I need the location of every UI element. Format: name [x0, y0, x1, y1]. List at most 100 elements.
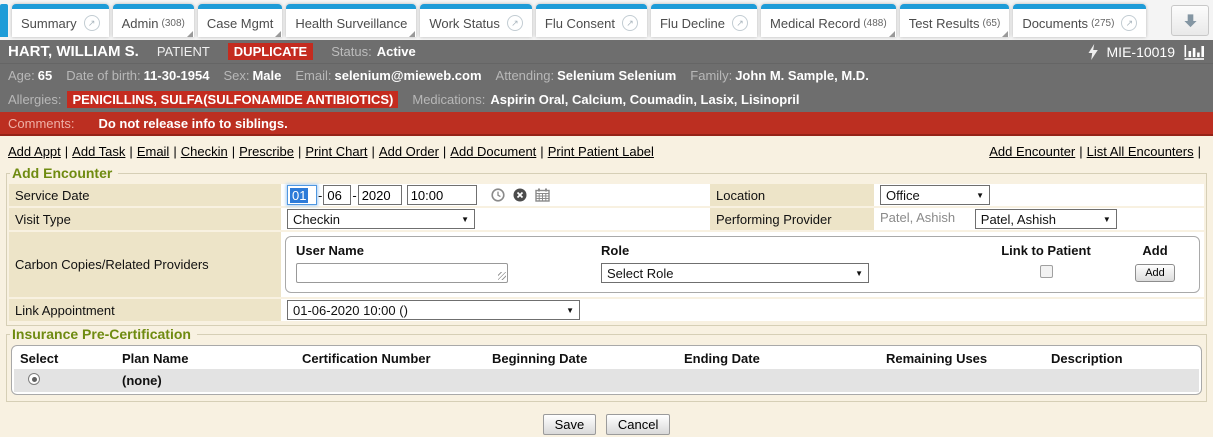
tab-flu-decline[interactable]: Flu Decline ↗ — [651, 4, 757, 37]
visit-type-select[interactable]: Checkin ▼ — [287, 209, 475, 229]
date-separator: - — [352, 188, 356, 203]
external-link-icon: ↗ — [732, 15, 748, 31]
link-add-order[interactable]: Add Order — [379, 144, 439, 159]
cc-user-name-input[interactable] — [296, 263, 508, 283]
demographic-email: Email:selenium@mieweb.com — [295, 68, 481, 83]
external-link-icon: ↗ — [1121, 15, 1137, 31]
cc-link-to-patient-checkbox[interactable] — [1040, 265, 1053, 278]
bar-chart-icon[interactable] — [1184, 44, 1205, 60]
tab-label: Case Mgmt — [207, 16, 273, 31]
location-select[interactable]: Office ▼ — [880, 185, 990, 205]
ins-header-remaining-uses: Remaining Uses — [880, 348, 1045, 369]
insurance-precert-section: Insurance Pre-Certification Select Plan … — [6, 326, 1207, 402]
external-link-icon: ↗ — [622, 15, 638, 31]
demographic-sex: Sex:Male — [223, 68, 281, 83]
chevron-down-icon: ▼ — [855, 269, 863, 278]
tab-label: Health Surveillance — [295, 16, 407, 31]
service-date-day-input[interactable]: 01 — [287, 185, 317, 205]
service-date-month-input[interactable] — [323, 185, 351, 205]
link-separator: | — [1198, 144, 1201, 159]
link-print-chart[interactable]: Print Chart — [305, 144, 367, 159]
tab-documents[interactable]: Documents (275) ↗ — [1013, 4, 1146, 37]
clear-date-icon[interactable] — [513, 188, 527, 202]
dropdown-fold-icon — [409, 31, 415, 37]
duplicate-badge: DUPLICATE — [228, 43, 313, 60]
service-date-year-input[interactable] — [358, 185, 402, 205]
insurance-row-none: (none) — [14, 369, 1199, 392]
calendar-picker-icon[interactable] — [535, 188, 550, 202]
dropdown-fold-icon — [187, 31, 193, 37]
tab-label: Documents — [1022, 16, 1088, 31]
cc-add-button[interactable]: Add — [1135, 264, 1175, 282]
service-date-label: Service Date — [9, 184, 281, 206]
dropdown-fold-icon — [1002, 31, 1008, 37]
form-row-link-appointment: Link Appointment 01-06-2020 10:00 () ▼ — [9, 299, 1204, 321]
save-button[interactable]: Save — [543, 414, 597, 435]
link-add-task[interactable]: Add Task — [72, 144, 125, 159]
tab-overflow-button[interactable] — [1171, 5, 1209, 36]
link-separator: | — [129, 144, 132, 159]
ins-header-plan-name: Plan Name — [116, 348, 296, 369]
tab-label: Work Status — [429, 16, 500, 31]
plan-name-value: (none) — [116, 369, 296, 392]
link-list-all-encounters[interactable]: List All Encounters — [1087, 144, 1194, 159]
lightning-bolt-icon[interactable] — [1088, 44, 1098, 60]
link-add-appt[interactable]: Add Appt — [8, 144, 61, 159]
medications-label: Medications: — [412, 92, 485, 107]
tab-count: (488) — [863, 18, 886, 29]
cc-header-add: Add — [1121, 241, 1189, 263]
tab-work-status[interactable]: Work Status ↗ — [420, 4, 532, 37]
partial-tab-stub[interactable] — [0, 4, 8, 37]
action-links-left: Add Appt | Add Task | Email | Checkin | Prescrib… — [8, 144, 654, 159]
cancel-button[interactable]: Cancel — [606, 414, 670, 435]
link-appointment-select[interactable]: 01-06-2020 10:00 () ▼ — [287, 300, 580, 320]
comments-label: Comments: — [8, 116, 74, 131]
performing-provider-select[interactable]: Patel, Ashish ▼ — [975, 209, 1117, 229]
tab-medical-record[interactable]: Medical Record (488) — [761, 4, 896, 37]
link-checkin[interactable]: Checkin — [181, 144, 228, 159]
tab-flu-consent[interactable]: Flu Consent ↗ — [536, 4, 647, 37]
tab-count: (308) — [161, 18, 184, 29]
insurance-table-wrap: Select Plan Name Certification Number Be… — [11, 345, 1202, 395]
link-prescribe[interactable]: Prescribe — [239, 144, 294, 159]
tab-summary[interactable]: Summary ↗ — [12, 4, 109, 37]
cc-header-role: Role — [601, 241, 971, 263]
link-add-document[interactable]: Add Document — [450, 144, 536, 159]
precert-none-radio[interactable] — [28, 373, 40, 385]
link-appointment-label: Link Appointment — [9, 299, 281, 321]
chart-id: MIE-10019 — [1107, 44, 1175, 60]
external-link-icon: ↗ — [84, 15, 100, 31]
form-row-carbon-copies: Carbon Copies/Related Providers User Nam… — [9, 232, 1204, 297]
time-picker-clock-icon[interactable] — [491, 188, 505, 202]
tab-count: (65) — [983, 18, 1001, 29]
cc-header-link-to-patient: Link to Patient — [971, 241, 1121, 263]
ins-header-beginning-date: Beginning Date — [486, 348, 678, 369]
status-value: Active — [377, 44, 416, 59]
link-separator: | — [443, 144, 446, 159]
link-separator: | — [298, 144, 301, 159]
cc-role-select[interactable]: Select Role ▼ — [601, 263, 869, 283]
resize-grip-icon[interactable] — [498, 272, 506, 280]
service-time-input[interactable] — [407, 185, 477, 205]
action-links-row: Add Appt | Add Task | Email | Checkin | Prescrib… — [0, 136, 1213, 165]
link-add-encounter[interactable]: Add Encounter — [989, 144, 1075, 159]
ins-header-ending-date: Ending Date — [678, 348, 880, 369]
add-encounter-title: Add Encounter — [10, 165, 118, 181]
tab-admin[interactable]: Admin (308) — [113, 4, 194, 37]
tab-case-mgmt[interactable]: Case Mgmt — [198, 4, 282, 37]
performing-provider-text: Patel, Ashish — [880, 210, 955, 225]
form-row-service-date: Service Date 01 - - — [9, 184, 1204, 206]
link-email[interactable]: Email — [137, 144, 170, 159]
down-arrow-icon — [1183, 13, 1198, 28]
insurance-precert-title: Insurance Pre-Certification — [10, 326, 197, 342]
comments-banner: Comments: Do not release info to sibling… — [0, 112, 1213, 136]
tab-health-surveillance[interactable]: Health Surveillance — [286, 4, 416, 37]
link-print-patient-label[interactable]: Print Patient Label — [548, 144, 654, 159]
link-separator: | — [540, 144, 543, 159]
tab-label: Medical Record — [770, 16, 860, 31]
tab-test-results[interactable]: Test Results (65) — [900, 4, 1010, 37]
tab-label: Summary — [21, 16, 77, 31]
link-separator: | — [372, 144, 375, 159]
medications-value: Aspirin Oral, Calcium, Coumadin, Lasix, … — [490, 92, 799, 107]
allergies-label: Allergies: — [8, 92, 61, 107]
